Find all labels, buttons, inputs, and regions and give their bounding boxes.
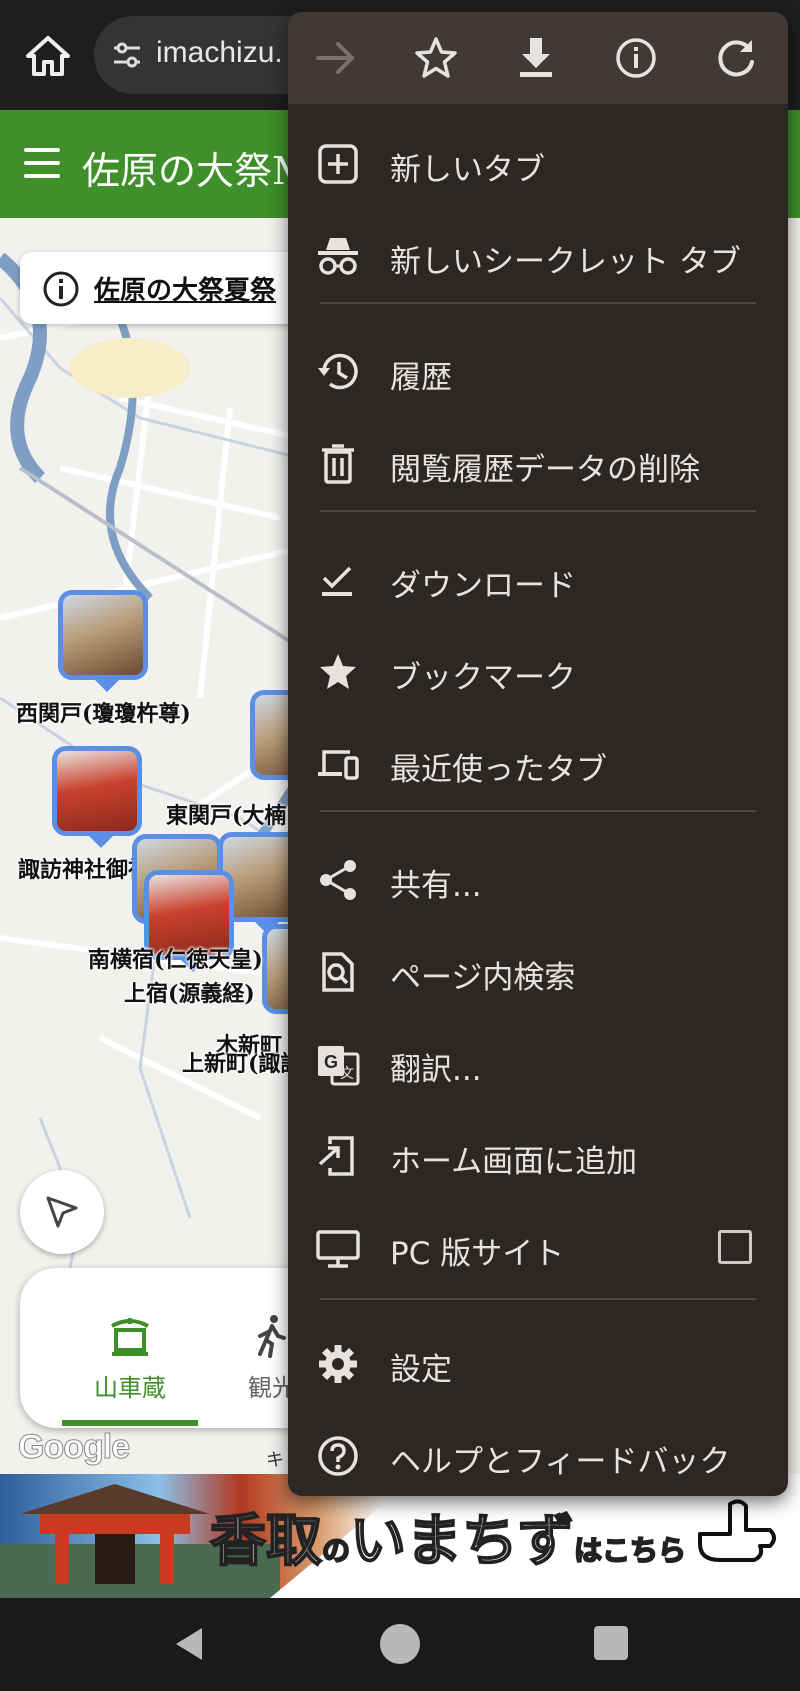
settings-gear-icon (319, 1345, 357, 1383)
marker-label: 西関戸(瓊瓊杵尊) (16, 701, 191, 727)
marker-label: 南横宿(仁徳天皇) (88, 947, 263, 973)
menu-item-help-feedback[interactable]: ヘルプとフィードバック (288, 1410, 788, 1496)
menu-item-desktop-site[interactable]: PC 版サイト (288, 1202, 788, 1294)
menu-item-incognito[interactable]: 新しいシークレット タブ (288, 210, 788, 302)
marker-label: 上宿(源義経) (124, 981, 255, 1007)
menu-item-label: 最近使ったタブ (390, 752, 607, 788)
translate-icon: G文 (318, 1046, 360, 1086)
incognito-icon (318, 238, 358, 275)
tab-label: 山車蔵 (94, 1374, 166, 1402)
menu-toolbar (288, 12, 788, 104)
navigation-arrow-icon (46, 1196, 78, 1228)
trash-icon (322, 444, 354, 484)
tune-icon[interactable] (112, 40, 142, 70)
downloads-icon (322, 566, 352, 596)
menu-item-downloads[interactable]: ダウンロード (288, 534, 788, 626)
float-marker[interactable] (58, 590, 148, 692)
menu-divider (320, 302, 756, 304)
menu-item-label: ヘルプとフィードバック (390, 1444, 731, 1480)
menu-item-clear-browsing-data[interactable]: 閲覧履歴データの削除 (288, 418, 788, 510)
browser-overflow-menu: 新しいタブ 新しいシークレット タブ 履歴 閲覧履歴データの削除 ダウンロード … (288, 12, 788, 1496)
menu-item-share[interactable]: 共有... (288, 834, 788, 926)
help-icon (318, 1436, 358, 1476)
map-attribution[interactable]: キ (266, 1446, 284, 1472)
url-text: imachizu. (156, 36, 283, 69)
menu-item-label: 閲覧履歴データの削除 (390, 452, 700, 488)
home-nav-icon[interactable] (380, 1624, 420, 1664)
float-marker[interactable] (52, 746, 142, 848)
menu-item-label: ページ内検索 (390, 960, 576, 996)
menu-item-label: PC 版サイト (390, 1236, 565, 1272)
add-to-home-icon (318, 1136, 354, 1176)
google-logo: Google (17, 1428, 130, 1467)
active-tab-indicator (62, 1420, 198, 1426)
bookmarks-icon (320, 654, 356, 689)
banner-text: 香取のいまちずはこちら (209, 1508, 687, 1575)
marker-label: 上新町(諏訪 (182, 1051, 303, 1077)
home-icon[interactable] (20, 28, 76, 84)
forward-icon[interactable] (310, 32, 362, 84)
new-tab-icon (318, 144, 358, 184)
app-title: 佐原の大祭M (82, 149, 311, 193)
menu-item-history[interactable]: 履歴 (288, 326, 788, 418)
share-icon (320, 860, 356, 900)
menu-item-label: 履歴 (390, 360, 452, 396)
menu-item-find-in-page[interactable]: ページ内検索 (288, 926, 788, 1018)
menu-item-label: 新しいタブ (390, 152, 545, 188)
download-icon[interactable] (510, 32, 562, 84)
shrine-icon (111, 1318, 149, 1356)
menu-item-label: 翻訳... (390, 1052, 482, 1088)
menu-item-label: ブックマーク (390, 660, 576, 696)
menu-item-settings[interactable]: 設定 (288, 1318, 788, 1410)
recent-tabs-icon (318, 750, 359, 780)
tab-float-storage[interactable]: 山車蔵 (60, 1268, 200, 1428)
menu-item-translate[interactable]: G文 翻訳... (288, 1018, 788, 1110)
recents-icon[interactable] (594, 1626, 628, 1660)
desktop-icon (316, 1230, 360, 1268)
menu-divider (320, 810, 756, 812)
menu-divider (320, 1298, 756, 1300)
bookmark-star-icon[interactable] (410, 32, 462, 84)
pointing-hand-icon (698, 1499, 776, 1562)
svg-text:G: G (324, 1052, 338, 1072)
marker-label: 東関戸(大楠 (166, 803, 287, 829)
menu-item-bookmarks[interactable]: ブックマーク (288, 626, 788, 718)
menu-item-new-tab[interactable]: 新しいタブ (288, 118, 788, 210)
history-icon (318, 353, 358, 390)
menu-item-recent-tabs[interactable]: 最近使ったタブ (288, 718, 788, 810)
info-icon (43, 271, 79, 307)
desktop-site-checkbox[interactable] (718, 1230, 752, 1264)
menu-item-label: ホーム画面に追加 (390, 1144, 638, 1180)
system-navigation-bar (0, 1598, 800, 1691)
notice-link[interactable]: 佐原の大祭夏祭 (94, 270, 276, 307)
menu-item-add-to-home[interactable]: ホーム画面に追加 (288, 1110, 788, 1202)
reload-icon[interactable] (710, 32, 762, 84)
info-icon[interactable] (610, 32, 662, 84)
menu-item-label: 設定 (390, 1352, 452, 1388)
menu-divider (320, 510, 756, 512)
menu-item-label: 新しいシークレット タブ (390, 244, 741, 280)
my-location-button[interactable] (20, 1170, 104, 1254)
menu-item-label: 共有... (390, 868, 482, 904)
find-in-page-icon (322, 952, 354, 992)
menu-item-label: ダウンロード (390, 568, 576, 604)
hamburger-menu-icon[interactable] (24, 148, 60, 180)
back-icon[interactable] (170, 1624, 210, 1664)
svg-text:文: 文 (340, 1066, 354, 1082)
